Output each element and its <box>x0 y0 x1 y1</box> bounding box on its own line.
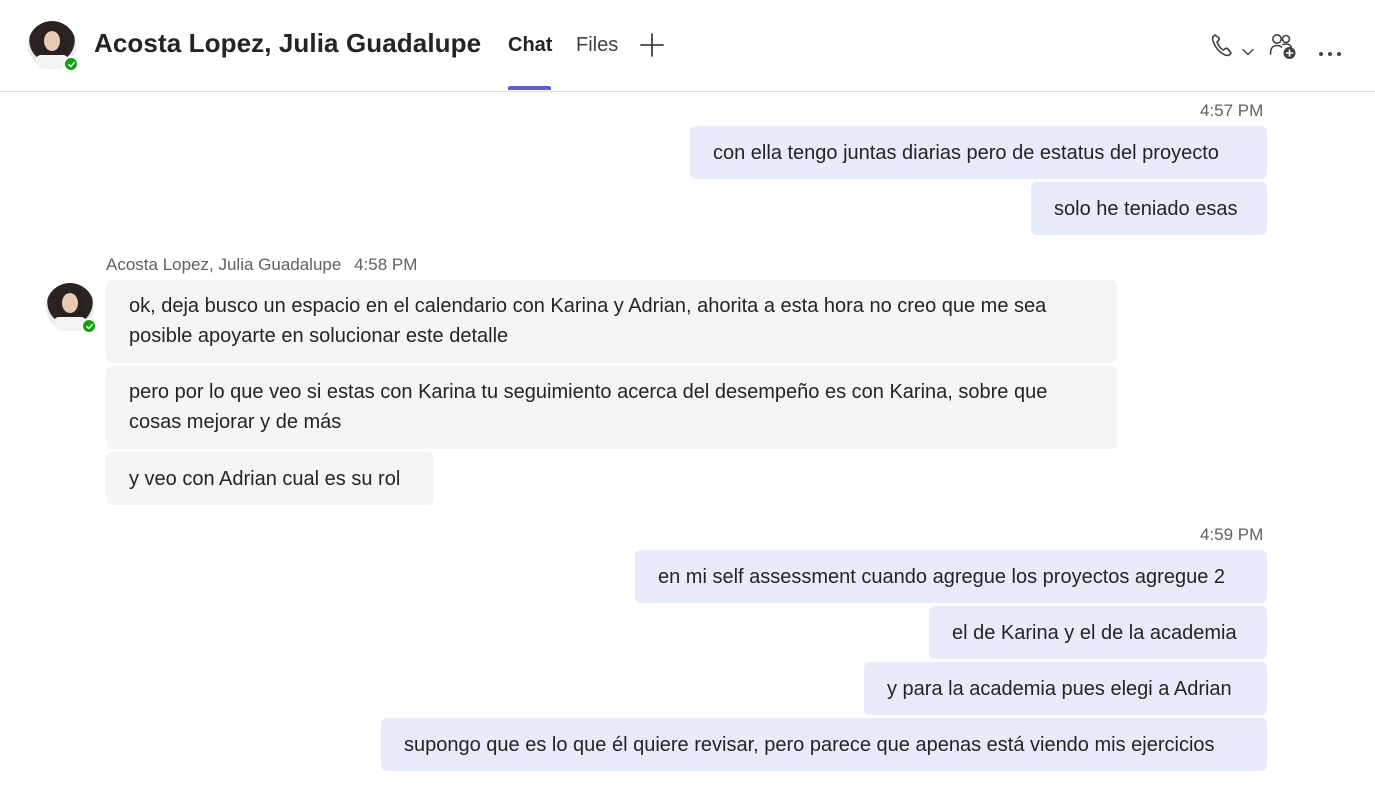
received-message[interactable]: y veo con Adrian cual es su rol <box>106 452 434 505</box>
tab-chat[interactable]: Chat <box>508 34 552 57</box>
message-timestamp: 4:57 PM <box>1200 101 1264 120</box>
message-timestamp: 4:58 PM <box>354 255 418 274</box>
sender-avatar[interactable] <box>46 283 97 334</box>
chevron-down-icon[interactable] <box>1242 41 1254 56</box>
contact-avatar[interactable] <box>28 21 79 72</box>
my-message[interactable]: y para la academia pues elegi a Adrian <box>864 662 1267 715</box>
chat-header: Acosta Lopez, Julia Guadalupe Chat Files <box>0 0 1375 92</box>
presence-available-icon <box>63 56 79 72</box>
call-icon[interactable] <box>1210 32 1232 58</box>
avatar-face <box>62 293 78 313</box>
my-message[interactable]: con ella tengo juntas diarias pero de es… <box>690 126 1267 179</box>
my-message[interactable]: solo he teniado esas <box>1031 182 1267 235</box>
add-tab-icon[interactable] <box>640 32 664 58</box>
presence-available-icon <box>81 318 97 334</box>
sender-name: Acosta Lopez, Julia Guadalupe <box>106 255 342 274</box>
my-message[interactable]: el de Karina y el de la academia <box>929 606 1267 659</box>
avatar-face <box>44 31 60 51</box>
active-tab-indicator <box>508 86 551 90</box>
tab-files[interactable]: Files <box>576 34 618 57</box>
message-sender-line: Acosta Lopez, Julia Guadalupe 4:58 PM <box>106 255 417 275</box>
message-timestamp: 4:59 PM <box>1200 525 1264 544</box>
my-message[interactable]: en mi self assessment cuando agregue los… <box>635 550 1267 603</box>
add-people-icon[interactable] <box>1269 32 1297 60</box>
more-options-icon[interactable] <box>1318 42 1342 56</box>
my-message[interactable]: supongo que es lo que él quiere revisar,… <box>381 718 1267 771</box>
received-message[interactable]: ok, deja busco un espacio en el calendar… <box>106 280 1117 363</box>
contact-name: Acosta Lopez, Julia Guadalupe <box>94 28 482 58</box>
received-message[interactable]: pero por lo que veo si estas con Karina … <box>106 366 1117 449</box>
